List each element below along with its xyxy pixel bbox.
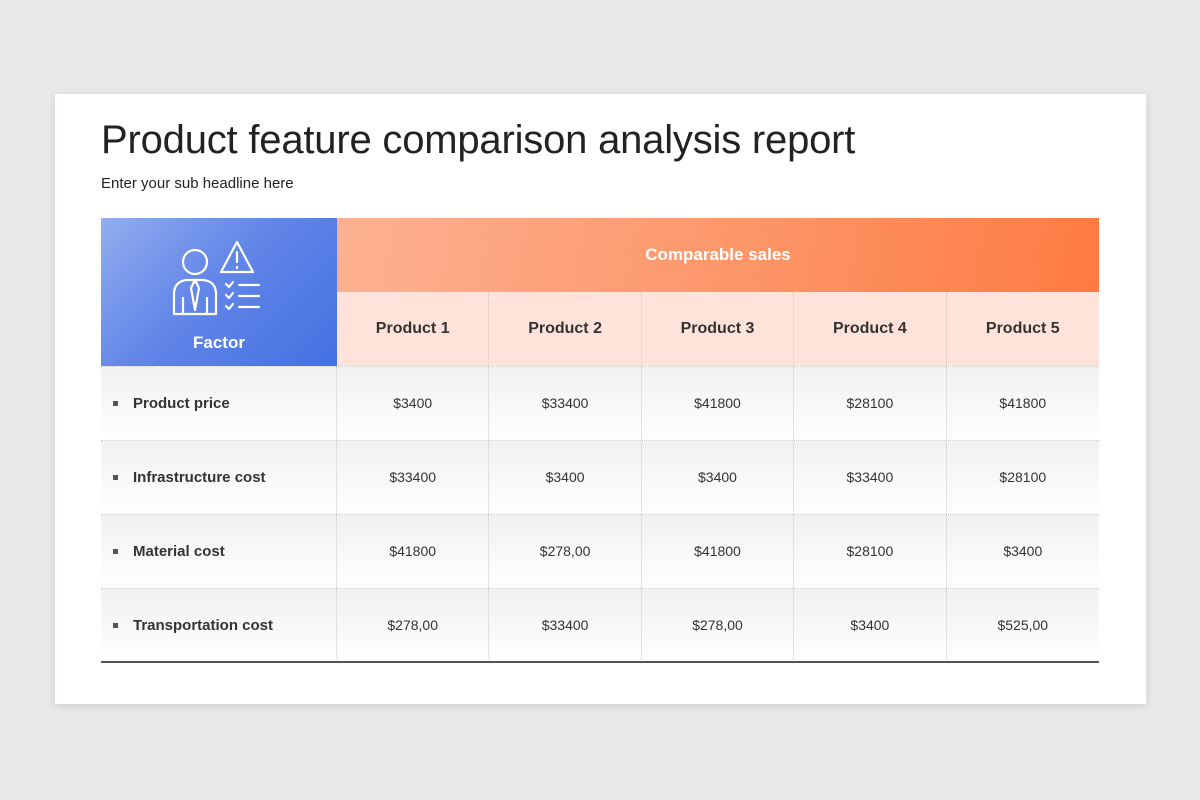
table-bottom-rule [101, 661, 1099, 663]
row-label-text: Material cost [133, 543, 225, 560]
table-cell: $28100 [794, 515, 947, 588]
product-header-2: Product 2 [489, 292, 642, 366]
factor-label: Factor [193, 333, 245, 352]
table-cell: $278,00 [642, 589, 795, 662]
bullet-icon [113, 623, 118, 628]
table-row: Infrastructure cost $33400 $3400 $3400 $… [101, 440, 1099, 514]
comparison-table: Factor Comparable sales Product 1 Produc… [101, 218, 1099, 663]
table-cell: $41800 [642, 515, 795, 588]
product-header-1: Product 1 [337, 292, 490, 366]
comparable-sales-header: Comparable sales [337, 218, 1099, 292]
table-cell: $278,00 [489, 515, 642, 588]
table-row: Transportation cost $278,00 $33400 $278,… [101, 588, 1099, 662]
slide: Product feature comparison analysis repo… [55, 94, 1146, 704]
table-cell: $41800 [642, 367, 795, 440]
bullet-icon [113, 475, 118, 480]
table-cell: $3400 [642, 441, 795, 514]
row-label: Material cost [101, 515, 337, 588]
page-subtitle: Enter your sub headline here [101, 175, 294, 192]
table-cell: $3400 [1003, 543, 1043, 559]
table-cell: $33400 [489, 589, 642, 662]
bullet-icon [113, 401, 118, 406]
table-cell: $525,00 [997, 617, 1049, 633]
row-label-text: Product price [133, 395, 230, 412]
table-cell: $41800 [999, 395, 1047, 411]
product-header-4: Product 4 [794, 292, 947, 366]
table-cell: $3400 [794, 589, 947, 662]
table-cell: $278,00 [337, 589, 490, 662]
table-cell: $33400 [489, 367, 642, 440]
row-label-text: Infrastructure cost [133, 469, 266, 486]
row-label: Product price [101, 367, 337, 440]
page-title: Product feature comparison analysis repo… [101, 118, 856, 162]
table-row: Material cost $41800 $278,00 $41800 $281… [101, 514, 1099, 588]
table-cell: $33400 [337, 441, 490, 514]
product-header-5: Product 5 [946, 292, 1099, 366]
factor-header: Factor [101, 218, 337, 366]
table-cell: $3400 [489, 441, 642, 514]
table-cell: $28100 [999, 469, 1047, 485]
product-header-3: Product 3 [641, 292, 795, 366]
bullet-icon [113, 549, 118, 554]
person-warning-checklist-icon [172, 240, 261, 316]
table-cell: $33400 [794, 441, 947, 514]
row-label: Infrastructure cost [101, 441, 337, 514]
table-cell: $28100 [794, 367, 947, 440]
table-row: Product price $3400 $33400 $41800 $28100… [101, 366, 1099, 440]
row-label-text: Transportation cost [133, 617, 274, 634]
table-cell: $3400 [337, 367, 490, 440]
row-label: Transportation cost [101, 589, 337, 662]
table-cell: $41800 [337, 515, 490, 588]
